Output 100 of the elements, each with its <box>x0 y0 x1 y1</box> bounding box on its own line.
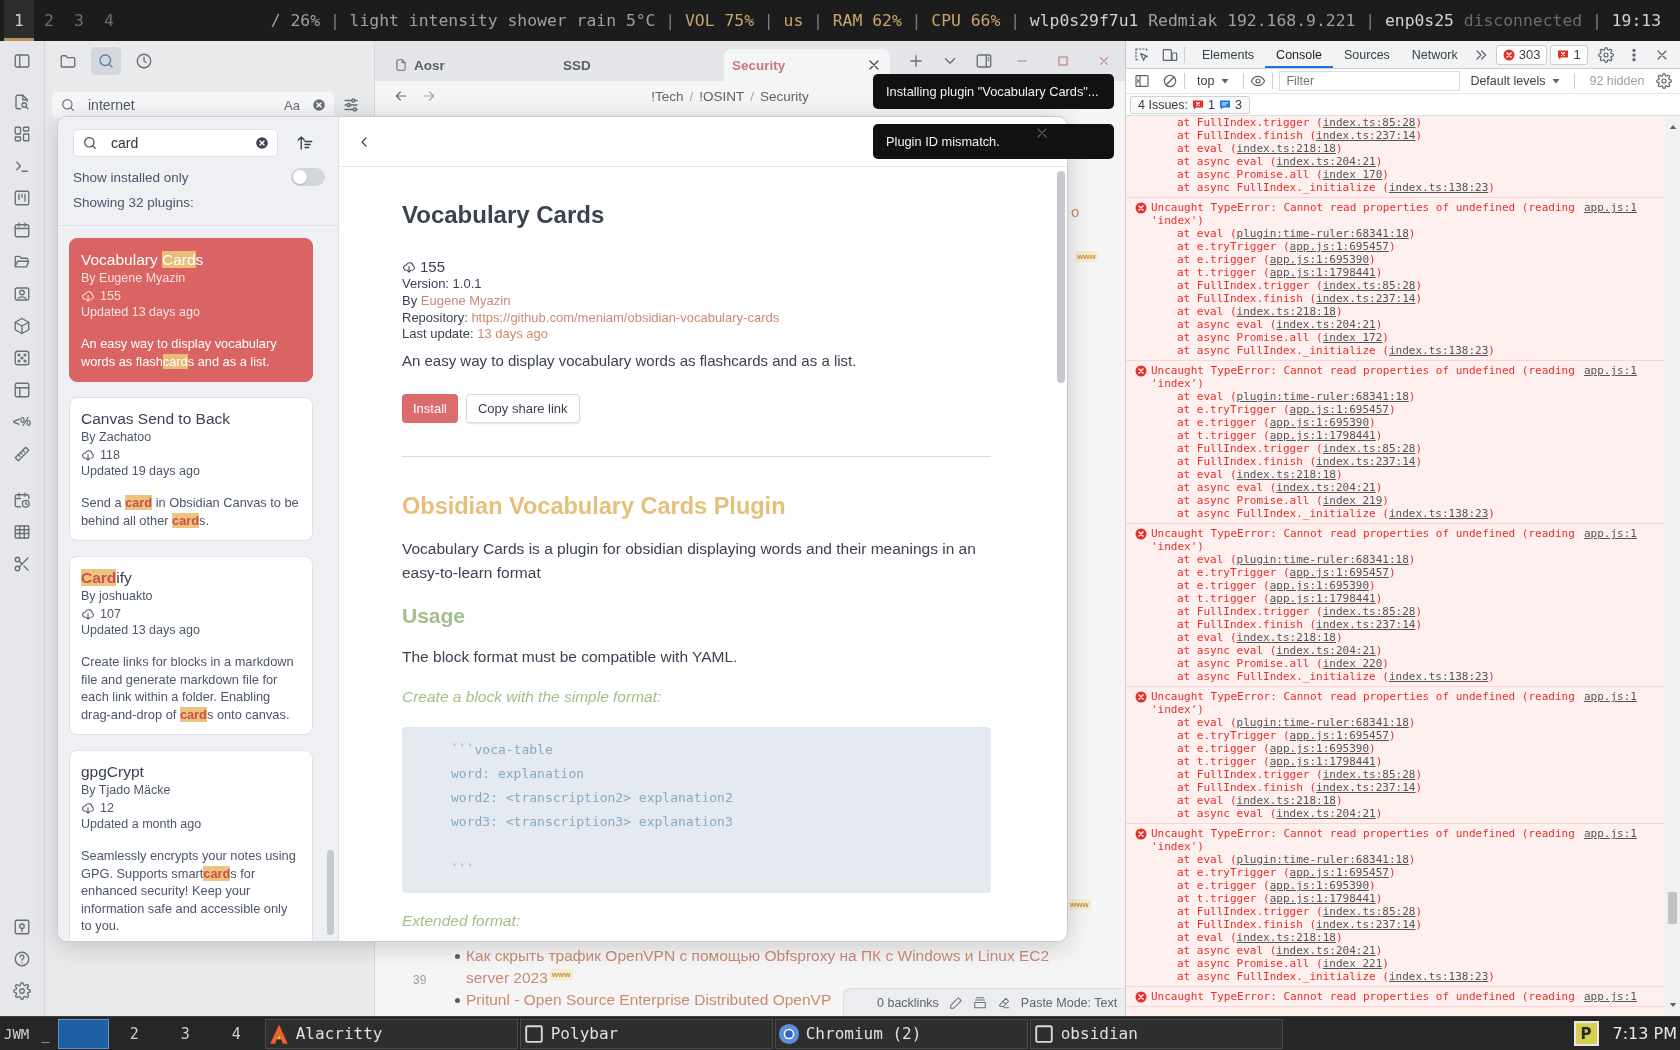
breadcrumb-link[interactable]: Security <box>760 88 809 104</box>
workspace-cell[interactable] <box>57 1018 109 1049</box>
table-icon[interactable] <box>13 523 31 541</box>
source-link[interactable]: index.ts:85:28 <box>1322 116 1416 129</box>
source-link[interactable]: index 170 <box>1322 168 1383 181</box>
source-link[interactable]: index.ts:237:14 <box>1316 918 1416 931</box>
source-link[interactable]: app.js:1:695457 <box>1289 866 1389 879</box>
sidebar-tab[interactable] <box>91 47 121 75</box>
scrollbar-thumb[interactable] <box>327 850 334 935</box>
source-link[interactable]: index.ts:218:18 <box>1236 468 1336 481</box>
source-link[interactable]: app.js:1:695457 <box>1289 566 1389 579</box>
source-link[interactable]: app.js:1:695457 <box>1289 240 1389 253</box>
source-link[interactable]: index.ts:218:18 <box>1236 931 1336 944</box>
folder-open-icon[interactable] <box>13 253 31 271</box>
source-link[interactable]: app.js:1 <box>1584 827 1637 840</box>
devtools-tab[interactable]: Sources <box>1333 41 1401 68</box>
source-link[interactable]: index.ts:138:23 <box>1388 970 1489 983</box>
source-link[interactable]: plugin:time-ruler:68341:18 <box>1236 553 1409 566</box>
tray-button[interactable]: P <box>1573 1021 1599 1046</box>
source-link[interactable]: index.ts:204:21 <box>1276 481 1376 494</box>
device-icon[interactable] <box>1162 46 1178 63</box>
source-link[interactable]: app.js:1:1798441 <box>1269 266 1376 279</box>
source-link[interactable]: index.ts:237:14 <box>1316 292 1416 305</box>
new-tab-icon[interactable] <box>907 52 925 70</box>
clear-icon[interactable] <box>255 136 269 150</box>
workspace-cell[interactable]: 4 <box>210 1018 262 1049</box>
scrollbar-thumb[interactable] <box>1057 171 1065 383</box>
plugin-card[interactable]: Vocabulary Cards By Eugene Myazin 155 Updated 13 days ago An easy way to display vocabulary words as flashcards and as a list. <box>69 238 313 382</box>
source-link[interactable]: index 220 <box>1322 657 1383 670</box>
issues-button[interactable]: 4 Issues: 1 3 <box>1130 95 1250 114</box>
devtools-tab[interactable]: Network <box>1400 41 1469 68</box>
eye-icon[interactable] <box>1250 73 1267 89</box>
scissors-icon[interactable] <box>13 555 31 573</box>
source-link[interactable]: app.js:1:695390 <box>1269 879 1370 892</box>
source-link[interactable]: app.js:1 <box>1584 364 1637 377</box>
source-link[interactable]: index.ts:85:28 <box>1322 442 1416 455</box>
templater-button[interactable]: <% <box>12 413 32 431</box>
source-link[interactable]: index.ts:204:21 <box>1276 318 1376 331</box>
source-link[interactable]: app.js:1:1798441 <box>1269 892 1376 905</box>
source-link[interactable]: app.js:1:695390 <box>1269 416 1370 429</box>
settings-icon[interactable] <box>1656 73 1672 89</box>
workspace-cell[interactable]: 2 <box>108 1018 160 1049</box>
right-sidebar-icon[interactable] <box>975 52 993 70</box>
source-link[interactable]: index 219 <box>1322 494 1383 507</box>
source-link[interactable]: index 221 <box>1322 957 1383 970</box>
clear-console-icon[interactable] <box>1162 73 1178 89</box>
source-link[interactable]: app.js:1 <box>1584 690 1637 703</box>
filter-field[interactable]: Filter <box>1279 71 1461 91</box>
source-link[interactable]: index.ts:204:21 <box>1276 807 1376 820</box>
cube-icon[interactable] <box>13 317 31 335</box>
devtools-tab[interactable]: Console <box>1265 41 1333 68</box>
source-link[interactable]: app.js:1 <box>1584 201 1637 214</box>
source-link[interactable]: index.ts:218:18 <box>1236 794 1336 807</box>
source-link[interactable]: index.ts:85:28 <box>1322 605 1416 618</box>
sort-icon[interactable] <box>296 134 314 152</box>
file-search-icon[interactable] <box>13 93 31 111</box>
search-field[interactable]: internet Aa <box>52 92 334 118</box>
source-link[interactable]: app.js:1 <box>1584 527 1637 540</box>
source-link[interactable]: index.ts:218:18 <box>1236 142 1336 155</box>
issue-count-badge[interactable]: 1 <box>1550 44 1588 65</box>
source-link[interactable]: index.ts:85:28 <box>1322 279 1416 292</box>
match-case-button[interactable]: Aa <box>284 97 300 113</box>
pencil-icon[interactable] <box>948 995 963 1010</box>
source-link[interactable]: index 172 <box>1322 331 1383 344</box>
source-link[interactable]: index.ts:218:18 <box>1236 305 1336 318</box>
source-link[interactable]: index.ts:204:21 <box>1276 155 1376 168</box>
source-link[interactable]: app.js:1:695457 <box>1289 403 1389 416</box>
source-link[interactable]: app.js:1:695390 <box>1269 253 1370 266</box>
sidebar-toggle-icon[interactable] <box>13 52 31 70</box>
settings-icon[interactable] <box>1598 46 1614 63</box>
scrollbar-thumb[interactable] <box>1668 892 1677 924</box>
source-link[interactable]: app.js:1:695390 <box>1269 579 1370 592</box>
devtools-tab[interactable]: Elements <box>1191 41 1266 68</box>
source-link[interactable]: index.ts:237:14 <box>1316 618 1416 631</box>
note-tab[interactable]: Aosr <box>386 49 552 81</box>
eraser-icon[interactable] <box>996 995 1011 1010</box>
backlinks-count[interactable]: 0 backlinks <box>877 995 939 1010</box>
source-link[interactable]: index.ts:237:14 <box>1316 129 1416 142</box>
settings-icon[interactable] <box>13 982 31 1000</box>
context-dropdown[interactable]: top <box>1191 74 1238 88</box>
source-link[interactable]: index.ts:237:14 <box>1316 455 1416 468</box>
inspect-icon[interactable] <box>1134 46 1150 63</box>
search-settings-icon[interactable] <box>342 96 360 114</box>
task-button[interactable]: Alacritty <box>264 1018 518 1049</box>
contact-card-icon[interactable] <box>13 285 31 303</box>
safe-icon[interactable] <box>13 918 31 936</box>
grid-icon[interactable] <box>13 125 31 143</box>
log-levels-dropdown[interactable]: Default levels <box>1464 74 1569 88</box>
source-link[interactable]: plugin:time-ruler:68341:18 <box>1236 716 1409 729</box>
breadcrumb-link[interactable]: !OSINT <box>699 88 745 104</box>
archive-icon[interactable] <box>972 995 987 1010</box>
help-icon[interactable] <box>13 950 31 968</box>
breadcrumb-link[interactable]: !Tech <box>651 88 684 104</box>
source-link[interactable]: index.ts:218:18 <box>1236 631 1336 644</box>
error-count-badge[interactable]: 303 <box>1495 44 1548 65</box>
source-link[interactable]: index.ts:85:28 <box>1322 768 1416 781</box>
plugin-card[interactable]: Cardify By joshuakto 107 Updated 13 days ago Create links for blocks in a markdown file and generate markdown file for each link within a folder. Enabling drag-and-drop of cards onto canvas. <box>69 556 313 735</box>
scrollbar[interactable] <box>1665 116 1680 1016</box>
workspace-tab[interactable]: 1 <box>4 0 34 41</box>
installed-only-toggle[interactable] <box>291 168 325 186</box>
